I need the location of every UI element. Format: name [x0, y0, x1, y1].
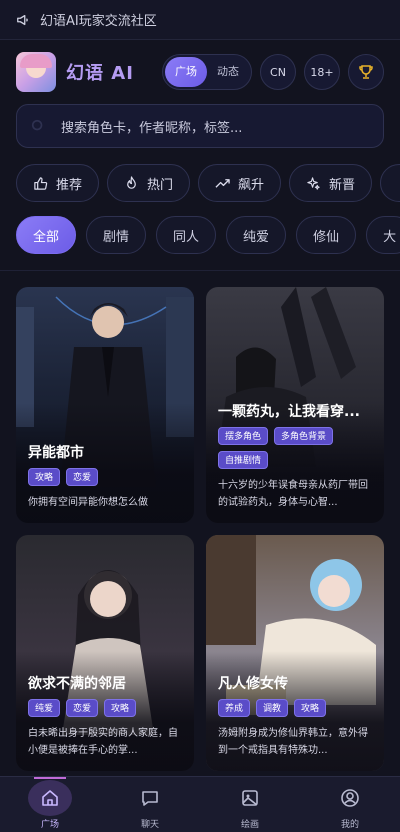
- chip-label: 推荐: [56, 177, 83, 193]
- card-tag: 摆多角色: [218, 427, 269, 445]
- card-tag: 自推剧情: [218, 451, 269, 469]
- card-title: 凡人修女传: [218, 676, 288, 692]
- card-description: 汤姆附身成为修仙界韩立，意外得到一个戒指具有特殊功...: [218, 728, 368, 756]
- character-card[interactable]: 一颗药丸，让我看穿... 摆多角色 多角色背景 自推剧情 十六岁的少年误食母亲从…: [206, 287, 384, 523]
- card-description: 十六岁的少年误食母亲从药厂带回的试验药丸，身体与心智...: [218, 480, 368, 508]
- megaphone-icon: [16, 12, 32, 28]
- home-icon: [42, 790, 58, 806]
- card-tags: 攻略 恋爱: [28, 468, 182, 486]
- card-description: 白未晞出身于殷实的商人家庭，自小便是被捧在手心的掌...: [28, 728, 178, 756]
- notice-text: 幻语AI玩家交流社区: [40, 14, 157, 29]
- nav-plaza[interactable]: 广场: [0, 777, 100, 832]
- sparkle-icon: [307, 176, 320, 190]
- trending-up-icon: [215, 178, 230, 188]
- tab-pure-love[interactable]: 纯爱: [226, 216, 287, 254]
- nav-label: 我的: [340, 820, 359, 830]
- card-tag: 攻略: [28, 468, 61, 486]
- card-tags: 养成 调教 攻略: [218, 699, 372, 717]
- card-info: 异能都市 攻略 恋爱 你拥有空间异能你想怎么做: [16, 442, 194, 523]
- tab-plot[interactable]: 剧情: [86, 216, 147, 254]
- chip-new[interactable]: 新晋: [289, 164, 373, 202]
- notice-bar[interactable]: 幻语AI玩家交流社区: [0, 0, 400, 40]
- search-icon: [31, 119, 43, 131]
- character-grid: 异能都市 攻略 恋爱 你拥有空间异能你想怎么做 一颗药丸，让我看穿... 摆多角…: [0, 271, 400, 771]
- chip-hot[interactable]: 热门: [107, 164, 191, 202]
- character-card[interactable]: 欲求不满的邻居 纯爱 恋爱 攻略 白未晞出身于殷实的商人家庭，自小便是被捧在手心…: [16, 535, 194, 771]
- card-tag: 多角色背景: [274, 427, 334, 445]
- nav-profile[interactable]: 我的: [300, 777, 400, 832]
- nav-label: 聊天: [140, 820, 159, 830]
- image-icon: [242, 790, 258, 806]
- chip-label: 飙升: [238, 177, 265, 193]
- category-tabs: 全部 剧情 同人 纯爱 修仙 大: [0, 216, 400, 254]
- view-switch: 广场 动态: [162, 54, 252, 90]
- character-card[interactable]: 异能都市 攻略 恋爱 你拥有空间异能你想怎么做: [16, 287, 194, 523]
- thumbs-up-icon: [34, 176, 48, 190]
- tab-fanfic[interactable]: 同人: [156, 216, 217, 254]
- card-tag: 攻略: [104, 699, 137, 717]
- tab-cultivation[interactable]: 修仙: [296, 216, 357, 254]
- character-card[interactable]: 凡人修女传 养成 调教 攻略 汤姆附身成为修仙界韩立，意外得到一个戒指具有特殊功…: [206, 535, 384, 771]
- card-tag: 纯爱: [28, 699, 61, 717]
- nav-paint[interactable]: 绘画: [200, 777, 300, 832]
- leaderboard-button[interactable]: [348, 54, 384, 90]
- sort-chips: 推荐 热门 飙升 新晋: [0, 164, 400, 202]
- card-tag: 恋爱: [66, 699, 99, 717]
- search-placeholder: 搜索角色卡，作者昵称，标签...: [61, 120, 243, 136]
- bottom-nav: 广场 聊天 绘画 我的: [0, 776, 400, 832]
- chip-label: 热门: [147, 177, 174, 193]
- card-info: 一颗药丸，让我看穿... 摆多角色 多角色背景 自推剧情 十六岁的少年误食母亲从…: [206, 401, 384, 523]
- nav-label: 绘画: [240, 820, 259, 830]
- chip-label: 新晋: [329, 177, 356, 193]
- card-title: 欲求不满的邻居: [28, 676, 126, 692]
- search-box[interactable]: 搜索角色卡，作者昵称，标签...: [16, 104, 384, 148]
- card-tag: 攻略: [294, 699, 327, 717]
- trophy-icon: [359, 65, 373, 79]
- chip-rising[interactable]: 飙升: [198, 164, 282, 202]
- card-tag: 调教: [256, 699, 289, 717]
- card-tags: 纯爱 恋爱 攻略: [28, 699, 182, 717]
- seg-plaza[interactable]: 广场: [165, 57, 207, 87]
- app-logo: [16, 52, 56, 92]
- brand-name: 幻语 AI: [66, 63, 134, 84]
- seg-feed[interactable]: 动态: [207, 57, 249, 87]
- card-title: 异能都市: [28, 445, 84, 461]
- user-icon: [341, 789, 359, 807]
- card-tags: 摆多角色 多角色背景 自推剧情: [218, 427, 372, 469]
- card-info: 凡人修女传 养成 调教 攻略 汤姆附身成为修仙界韩立，意外得到一个戒指具有特殊功…: [206, 673, 384, 771]
- card-description: 你拥有空间异能你想怎么做: [28, 497, 148, 508]
- app-header: 幻语 AI 广场 动态 CN 18+: [0, 40, 400, 104]
- chat-icon: [142, 791, 158, 806]
- chip-recommend[interactable]: 推荐: [16, 164, 100, 202]
- tab-more[interactable]: 大: [366, 216, 400, 254]
- card-info: 欲求不满的邻居 纯爱 恋爱 攻略 白未晞出身于殷实的商人家庭，自小便是被捧在手心…: [16, 673, 194, 771]
- card-tag: 恋爱: [66, 468, 99, 486]
- card-tag: 养成: [218, 699, 251, 717]
- flame-icon: [127, 175, 136, 189]
- nav-chat[interactable]: 聊天: [100, 777, 200, 832]
- tab-all[interactable]: 全部: [16, 216, 77, 254]
- chip-more[interactable]: [380, 164, 400, 202]
- card-title: 一颗药丸，让我看穿...: [218, 404, 360, 420]
- nav-label: 广场: [40, 820, 59, 830]
- language-button[interactable]: CN: [260, 54, 296, 90]
- age-filter-button[interactable]: 18+: [304, 54, 340, 90]
